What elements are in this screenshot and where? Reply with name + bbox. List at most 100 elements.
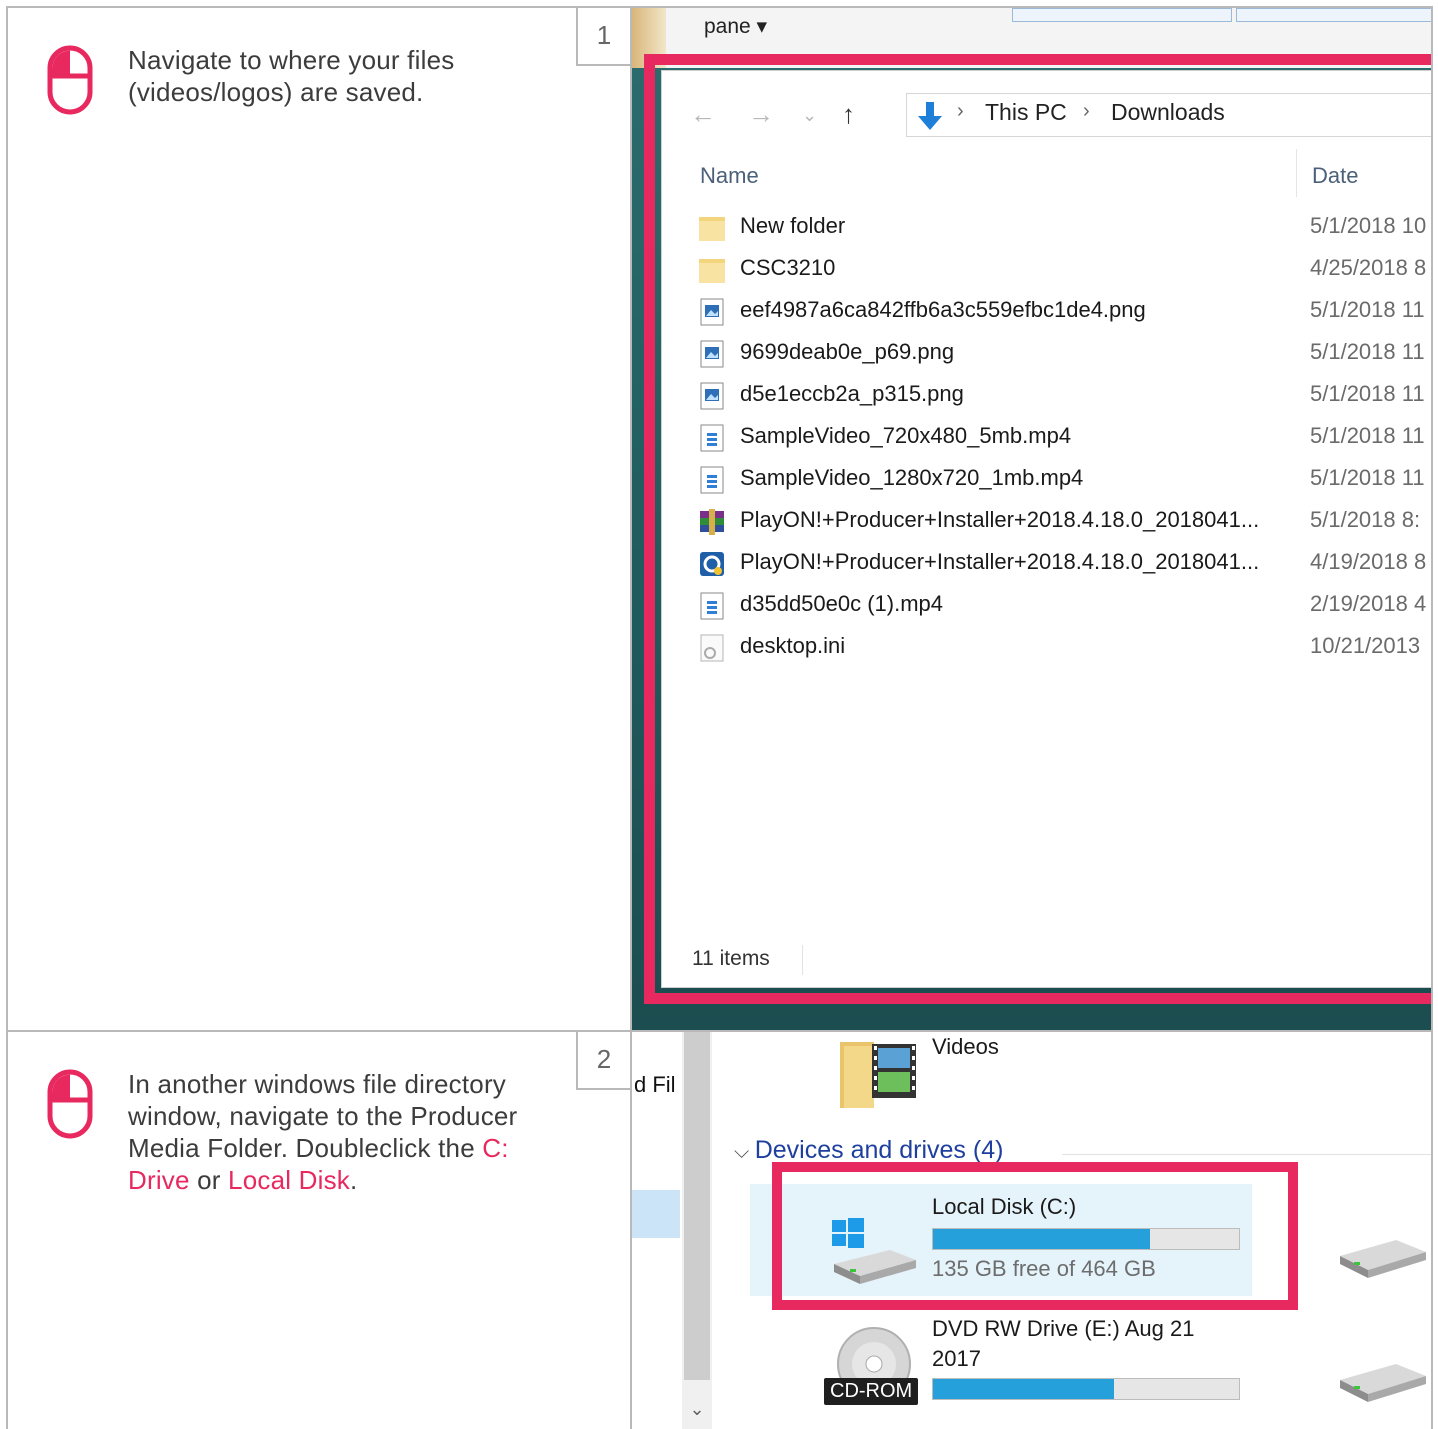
downloads-arrow-icon xyxy=(918,102,942,130)
cd-rom-badge: CD-ROM xyxy=(824,1378,919,1405)
local-disk-name[interactable]: Local Disk (C:) xyxy=(932,1194,1076,1220)
settings-file-icon xyxy=(698,633,726,663)
dvd-drive-name[interactable]: DVD RW Drive (E:) Aug 21 xyxy=(932,1316,1194,1342)
hard-drive-icon[interactable] xyxy=(1338,1234,1428,1278)
scroll-down-chevron-icon[interactable]: ⌄ xyxy=(682,1399,712,1420)
breadcrumb-downloads[interactable]: Downloads xyxy=(1111,99,1225,126)
file-row[interactable]: CSC3210 4/25/2018 8 xyxy=(698,249,1431,291)
pane-menu-label[interactable]: pane ▾ xyxy=(704,14,767,39)
file-date: 5/1/2018 11 xyxy=(1310,297,1425,322)
breadcrumb-chevron-icon: › xyxy=(1083,100,1090,122)
dvd-drive-name-line2: 2017 xyxy=(932,1346,981,1371)
nav-pane-selected-item[interactable] xyxy=(632,1190,680,1238)
file-row[interactable]: 9699deab0e_p69.png 5/1/2018 11 xyxy=(698,333,1431,375)
breadcrumb-this-pc[interactable]: This PC xyxy=(985,99,1067,126)
scrollbar-thumb[interactable] xyxy=(684,1032,710,1380)
navigation-pane: d Fil xyxy=(632,1032,680,1429)
mouse-click-icon xyxy=(47,45,93,115)
nav-scrollbar[interactable]: ⌄ xyxy=(682,1032,712,1429)
local-disk-usage-bar xyxy=(932,1228,1240,1250)
videos-folder-label[interactable]: Videos xyxy=(932,1034,999,1060)
back-arrow-icon[interactable]: ← xyxy=(690,99,716,130)
group-divider xyxy=(1062,1154,1431,1155)
folder-icon xyxy=(698,255,726,285)
column-divider[interactable] xyxy=(1296,149,1297,197)
file-name: New folder xyxy=(740,213,846,238)
step-2-instruction-text: In another windows file directory window… xyxy=(128,1068,548,1196)
usage-bar-fill xyxy=(933,1379,1114,1399)
group-collapse-chevron-icon[interactable]: ⌵ xyxy=(734,1141,755,1163)
nav-pane-item-cutoff[interactable]: d Fil xyxy=(634,1072,676,1098)
instruction-text-part: or xyxy=(189,1165,229,1195)
mouse-click-icon xyxy=(47,1069,93,1139)
file-name: CSC3210 xyxy=(740,255,836,280)
file-date: 5/1/2018 11 xyxy=(1310,465,1425,490)
file-row[interactable]: PlayON!+Producer+Installer+2018.4.18.0_2… xyxy=(698,501,1431,543)
status-item-count: 11 items xyxy=(692,947,770,970)
file-row[interactable]: New folder 5/1/2018 10 xyxy=(698,207,1431,249)
video-file-icon xyxy=(698,465,726,495)
recent-locations-chevron-icon[interactable]: ⌄ xyxy=(802,105,817,126)
this-pc-screenshot: d Fil ⌄ Videos ⌵ Devices and drives (4) xyxy=(630,1032,1431,1429)
windows-drive-icon[interactable] xyxy=(830,1214,920,1284)
file-date: 5/1/2018 10 xyxy=(1310,213,1427,238)
step-1-panel: Navigate to where your files (videos/log… xyxy=(6,6,1433,1032)
file-name: SampleVideo_720x480_5mb.mp4 xyxy=(740,423,1072,448)
file-date: 4/19/2018 8 xyxy=(1310,549,1427,574)
explorer-window: ← → ⌄ ↑ › This PC › Downloads Name Date xyxy=(661,70,1431,988)
file-name: eef4987a6ca842ffb6a3c559efbc1de4.png xyxy=(740,297,1146,322)
local-disk-free-space: 135 GB free of 464 GB xyxy=(932,1256,1156,1281)
file-date: 10/21/2013 xyxy=(1310,633,1421,658)
installer-icon xyxy=(698,549,726,579)
file-row[interactable]: eef4987a6ca842ffb6a3c559efbc1de4.png 5/1/… xyxy=(698,291,1431,333)
file-name: 9699deab0e_p69.png xyxy=(740,339,955,364)
forward-arrow-icon[interactable]: → xyxy=(748,99,774,130)
file-explorer-screenshot: pane ▾ ← → ⌄ ↑ › This PC › Downloads Nam… xyxy=(630,8,1431,1030)
file-date: 5/1/2018 11 xyxy=(1310,339,1425,364)
instruction-text-part: . xyxy=(349,1165,358,1195)
devices-group-title: Devices and drives (4) xyxy=(754,1136,1004,1164)
status-divider xyxy=(802,945,803,975)
devices-group-header[interactable]: ⌵ Devices and drives (4) xyxy=(734,1136,1003,1165)
file-date: 5/1/2018 8: xyxy=(1310,507,1421,532)
column-header-name[interactable]: Name xyxy=(700,163,759,189)
local-disk-highlight: Local Disk xyxy=(228,1165,350,1195)
dvd-drive-usage-bar xyxy=(932,1378,1240,1400)
column-header-date[interactable]: Date xyxy=(1312,163,1358,189)
file-name: d35dd50e0c (1).mp4 xyxy=(740,591,944,616)
step-2-panel: In another windows file directory window… xyxy=(6,1030,1433,1429)
file-name: d5e1eccb2a_p315.png xyxy=(740,381,964,406)
file-row[interactable]: desktop.ini 10/21/2013 xyxy=(698,627,1431,669)
file-row[interactable]: SampleVideo_720x480_5mb.mp4 5/1/2018 11 xyxy=(698,417,1431,459)
file-name: SampleVideo_1280x720_1mb.mp4 xyxy=(740,465,1084,490)
breadcrumb-chevron-icon: › xyxy=(957,100,964,122)
file-name: PlayON!+Producer+Installer+2018.4.18.0_2… xyxy=(740,549,1260,574)
file-row[interactable]: PlayON!+Producer+Installer+2018.4.18.0_2… xyxy=(698,543,1431,585)
video-file-icon xyxy=(698,423,726,453)
file-row[interactable]: d35dd50e0c (1).mp4 2/19/2018 4 xyxy=(698,585,1431,627)
usage-bar-fill xyxy=(933,1229,1151,1249)
video-file-icon xyxy=(698,591,726,621)
details-view-button[interactable] xyxy=(1236,8,1431,22)
archive-icon xyxy=(698,507,726,537)
videos-folder-icon[interactable] xyxy=(840,1032,918,1110)
file-date: 5/1/2018 11 xyxy=(1310,423,1425,448)
file-date: 4/25/2018 8 xyxy=(1310,255,1427,280)
list-view-button[interactable] xyxy=(1012,8,1232,22)
step-1-instruction-area: Navigate to where your files (videos/log… xyxy=(8,8,630,1030)
file-row[interactable]: SampleVideo_1280x720_1mb.mp4 5/1/2018 11 xyxy=(698,459,1431,501)
file-name: desktop.ini xyxy=(740,633,846,658)
file-date: 2/19/2018 4 xyxy=(1310,591,1427,616)
image-file-icon xyxy=(698,381,726,411)
image-file-icon xyxy=(698,297,726,327)
file-date: 5/1/2018 11 xyxy=(1310,381,1425,406)
up-arrow-icon[interactable]: ↑ xyxy=(842,99,855,130)
address-bar[interactable]: › This PC › Downloads xyxy=(906,93,1431,137)
file-row[interactable]: d5e1eccb2a_p315.png 5/1/2018 11 xyxy=(698,375,1431,417)
file-name: PlayON!+Producer+Installer+2018.4.18.0_2… xyxy=(740,507,1260,532)
instruction-text-part: In another windows file directory window… xyxy=(128,1069,518,1163)
hard-drive-icon[interactable] xyxy=(1338,1358,1428,1402)
step-number-badge: 1 xyxy=(576,8,630,66)
image-file-icon xyxy=(698,339,726,369)
navigation-bar: ← → ⌄ ↑ › This PC › Downloads xyxy=(662,91,1431,139)
